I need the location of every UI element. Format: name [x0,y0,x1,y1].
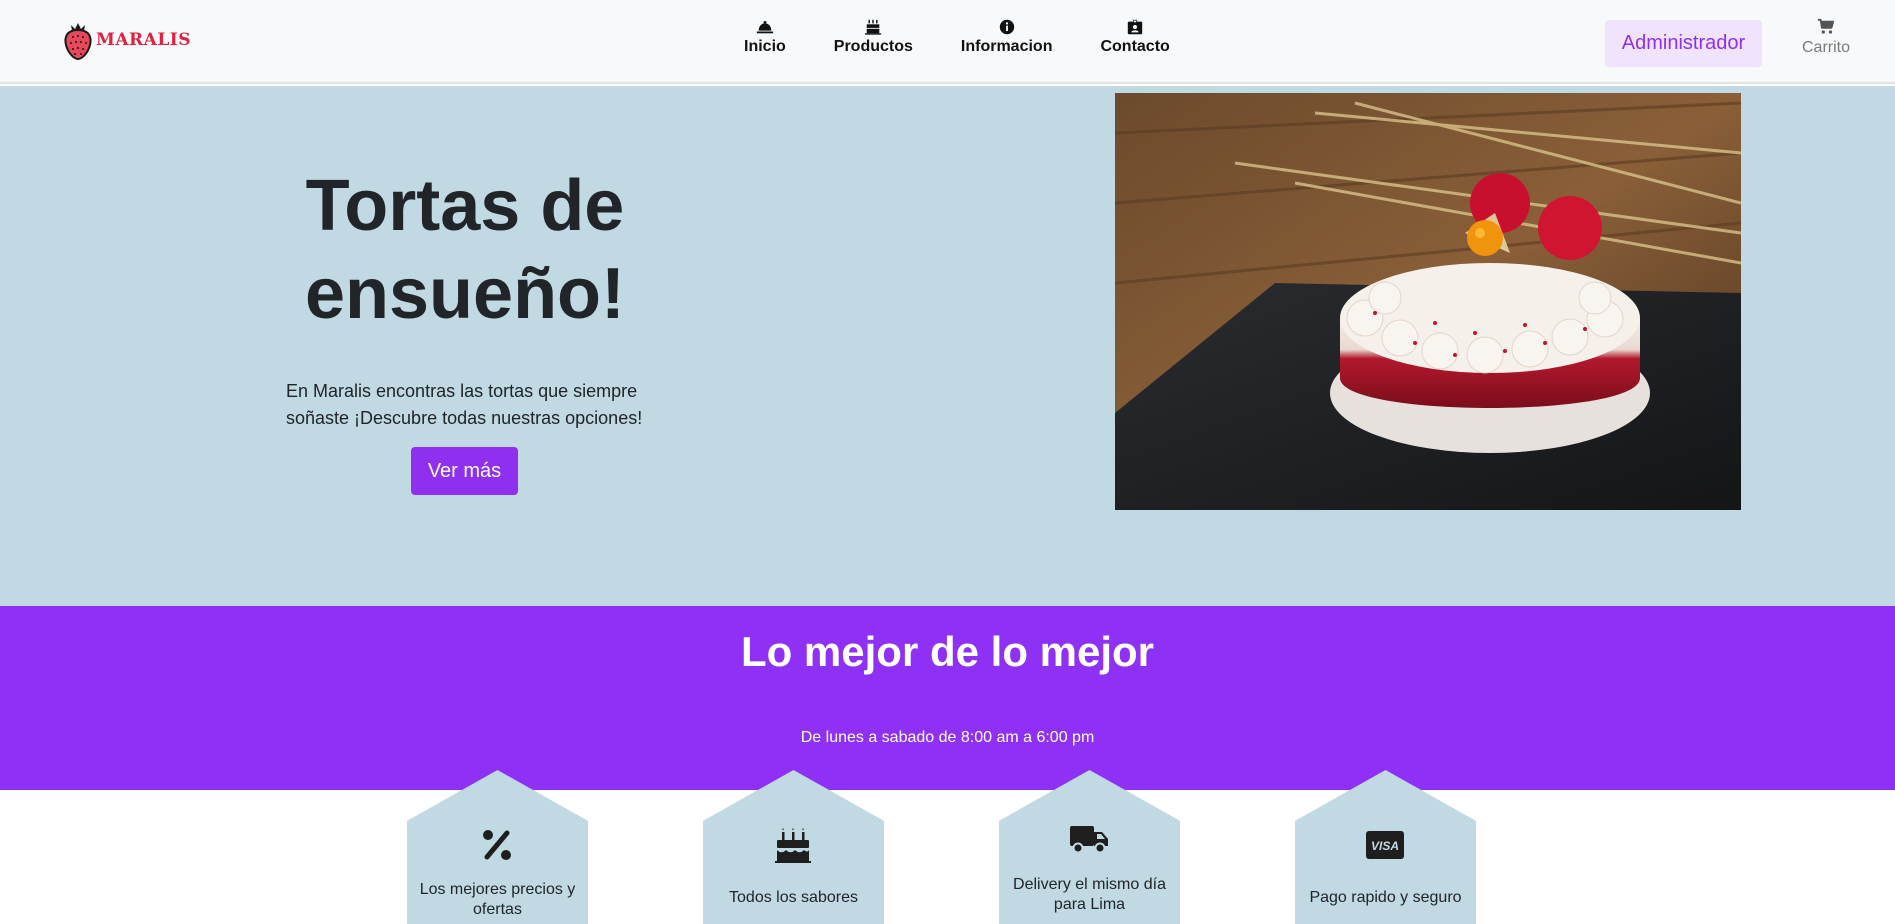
brand-name: MARALIS [96,30,192,50]
cake-icon [865,19,882,35]
feature-card-prices: Los mejores precios y ofertas [407,770,588,924]
navbar: MARALIS Inicio Productos Informacion Con… [0,0,1895,84]
nav-item-informacion[interactable]: Informacion [960,18,1053,56]
id-badge-icon [1127,19,1143,35]
birthday-cake-icon [775,828,811,863]
info-icon [999,19,1014,35]
admin-button[interactable]: Administrador [1605,20,1762,67]
opening-hours: De lunes a sabado de 8:00 am a 6:00 pm [800,729,1095,746]
cart-icon [1817,18,1835,34]
hero-section: Tortas de ensueño! En Maralis encontras … [0,86,1895,606]
feature-card-payment: VISA Pago rapido y seguro [1295,770,1476,924]
strawberry-icon [64,23,92,61]
feature-card-delivery: Delivery el mismo día para Lima [999,770,1180,924]
nav-label: Contacto [1100,38,1170,55]
cart-link[interactable]: Carrito [1795,18,1857,57]
visa-card-icon: VISA [1366,831,1404,859]
feature-label: Todos los sabores [729,889,858,906]
feature-card-flavors: Todos los sabores [703,770,884,924]
percent-icon [483,830,511,860]
feature-label: Los mejores precios y ofertas [419,881,576,918]
main-nav: Inicio Productos Informacion Contacto [720,18,1194,56]
brand-logo[interactable]: MARALIS [62,18,191,62]
nav-item-inicio[interactable]: Inicio [744,18,786,56]
best-title: Lo mejor de lo mejor [740,628,1155,675]
cart-label: Carrito [1801,39,1850,56]
nav-item-productos[interactable]: Productos [834,18,913,56]
best-section: Lo mejor de lo mejor De lunes a sabado d… [0,606,1895,790]
feature-label: Pago rapido y seguro [1309,889,1462,906]
truck-icon [1070,826,1108,854]
feature-label: Delivery el mismo día para Lima [1013,876,1166,913]
hero-title: Tortas de ensueño! [304,166,626,334]
hero-description: En Maralis encontras las tortas que siem… [286,381,643,428]
bell-icon [756,21,773,34]
svg-text:VISA: VISA [1371,839,1399,853]
nav-label: Productos [833,38,913,55]
nav-label: Inicio [744,38,786,55]
cake-photo [1115,93,1741,510]
nav-item-contacto[interactable]: Contacto [1100,18,1170,56]
ver-mas-button[interactable]: Ver más [411,447,518,495]
nav-label: Informacion [960,38,1053,55]
